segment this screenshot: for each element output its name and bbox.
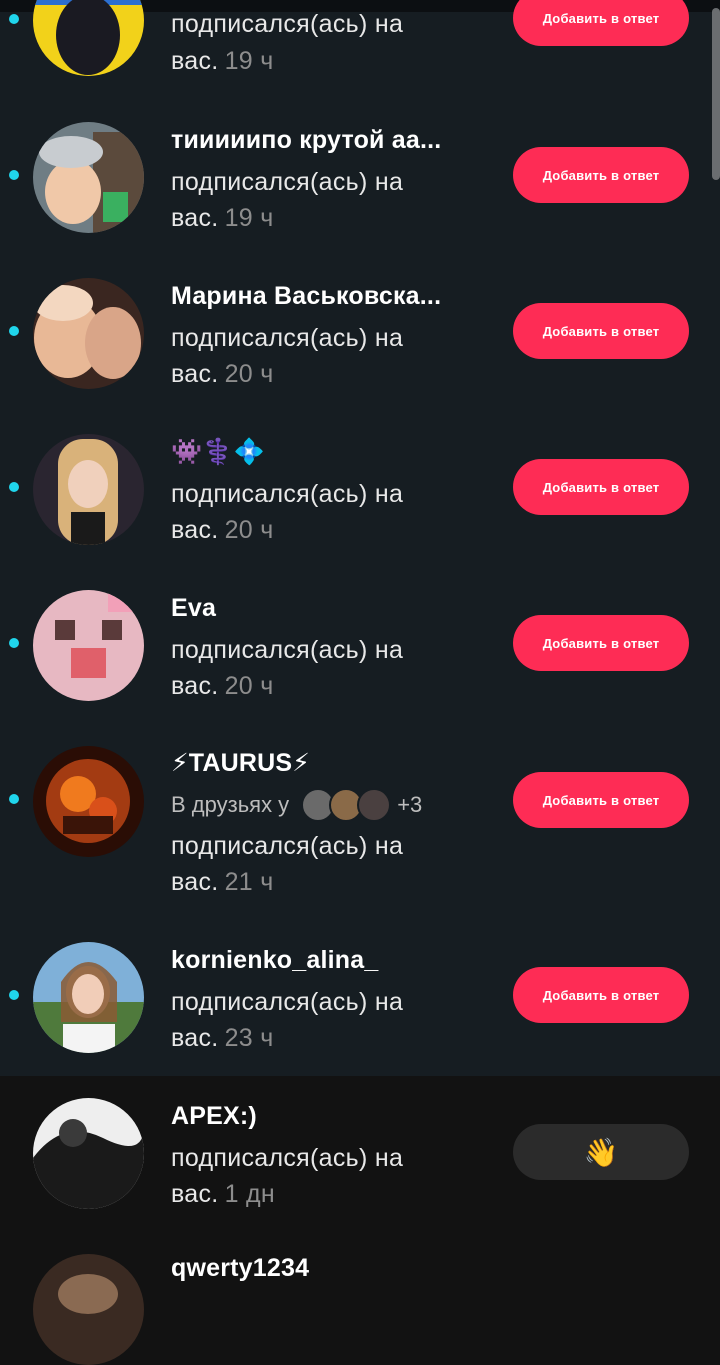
mutual-avatar <box>357 788 392 822</box>
timestamp: 20 ч <box>224 672 274 700</box>
avatar[interactable] <box>33 590 144 701</box>
username[interactable]: qwerty1234 <box>171 1254 309 1283</box>
username[interactable]: Eva <box>171 594 216 623</box>
add-to-reply-button[interactable]: Добавить в ответ <box>513 459 689 515</box>
add-to-reply-button[interactable]: Добавить в ответ <box>513 0 689 46</box>
follow-text-tail: вас. <box>171 360 219 388</box>
unread-dot <box>9 482 19 492</box>
timestamp: 20 ч <box>224 516 274 544</box>
timestamp: 19 ч <box>224 47 274 75</box>
mutual-friends-count: +3 <box>397 792 423 817</box>
follow-text: подписался(ась) на <box>171 324 404 352</box>
timestamp: 21 ч <box>224 868 274 896</box>
wave-icon: 👋 <box>583 1136 619 1168</box>
username[interactable]: 👾⚕️💠 <box>171 438 265 467</box>
username[interactable]: тииииипо крутой аа... <box>171 126 441 155</box>
follow-text-tail: вас. <box>171 516 219 544</box>
timestamp: 1 дн <box>224 1180 276 1208</box>
wave-button[interactable]: 👋 <box>513 1124 689 1180</box>
avatar[interactable] <box>33 1098 144 1209</box>
avatar[interactable] <box>33 1254 144 1365</box>
unread-dot <box>9 14 19 24</box>
follow-text: подписался(ась) на <box>171 168 404 196</box>
follow-text-tail: вас. <box>171 1180 219 1208</box>
follow-text: подписался(ась) на <box>171 480 404 508</box>
avatar[interactable] <box>33 122 144 233</box>
username[interactable]: Марина Васьковска... <box>171 282 441 311</box>
follow-text-tail: вас. <box>171 204 219 232</box>
username[interactable]: ⚡TAURUS⚡ <box>171 748 310 778</box>
follow-text: подписался(ась) на <box>171 10 404 38</box>
avatar[interactable] <box>33 278 144 389</box>
add-to-reply-button[interactable]: Добавить в ответ <box>513 615 689 671</box>
unread-dot <box>9 990 19 1000</box>
scrollbar[interactable] <box>712 8 720 180</box>
mutual-friends[interactable]: В друзьях у +3 <box>171 788 422 822</box>
follow-text-tail: вас. <box>171 868 219 896</box>
unread-dot <box>9 170 19 180</box>
avatar[interactable] <box>33 434 144 545</box>
mutual-friends-label: В друзьях у <box>171 792 290 817</box>
timestamp: 19 ч <box>224 204 274 232</box>
add-to-reply-button[interactable]: Добавить в ответ <box>513 967 689 1023</box>
username[interactable]: APEX:) <box>171 1102 257 1131</box>
timestamp: 23 ч <box>224 1024 274 1052</box>
add-to-reply-button[interactable]: Добавить в ответ <box>513 147 689 203</box>
follow-text: подписался(ась) на <box>171 1144 404 1172</box>
username[interactable]: kornienko_alina_ <box>171 946 378 975</box>
unread-dot <box>9 794 19 804</box>
follow-text: подписался(ась) на <box>171 636 404 664</box>
avatar[interactable] <box>33 942 144 1053</box>
add-to-reply-button[interactable]: Добавить в ответ <box>513 303 689 359</box>
unread-dot <box>9 638 19 648</box>
follow-text-tail: вас. <box>171 47 219 75</box>
follow-text: подписался(ась) на <box>171 832 404 860</box>
add-to-reply-button[interactable]: Добавить в ответ <box>513 772 689 828</box>
follow-text: подписался(ась) на <box>171 988 404 1016</box>
follow-text-tail: вас. <box>171 1024 219 1052</box>
unread-dot <box>9 326 19 336</box>
timestamp: 20 ч <box>224 360 274 388</box>
avatar[interactable] <box>33 746 144 857</box>
follow-text-tail: вас. <box>171 672 219 700</box>
